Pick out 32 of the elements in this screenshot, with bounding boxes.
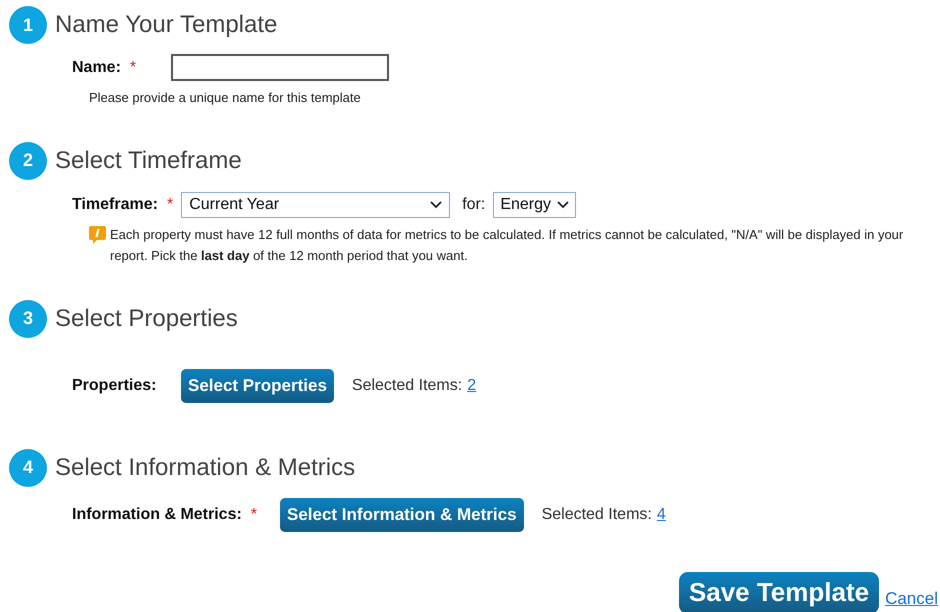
selected-count-link[interactable]: 4 bbox=[656, 502, 666, 526]
step-title: Name Your Template bbox=[55, 10, 278, 40]
chevron-down-icon bbox=[557, 200, 570, 208]
timeframe-select[interactable]: Current Year bbox=[181, 192, 450, 218]
selected-items-label: Selected Items: bbox=[352, 376, 462, 396]
step-number: 3 bbox=[9, 300, 47, 338]
step-title: Select Timeframe bbox=[55, 146, 242, 176]
step-number: 4 bbox=[9, 448, 47, 486]
step-title: Select Information & Metrics bbox=[55, 452, 356, 482]
name-input[interactable] bbox=[171, 54, 389, 81]
required-mark: * bbox=[166, 194, 174, 214]
energy-select[interactable]: Energy bbox=[493, 192, 576, 218]
hint-text: Please provide a unique name for this template bbox=[89, 89, 362, 107]
required-mark: * bbox=[130, 58, 136, 78]
cancel-link[interactable]: Cancel bbox=[885, 586, 938, 612]
step-title: Select Properties bbox=[55, 304, 238, 334]
select-button[interactable]: Select Information & Metrics bbox=[280, 498, 524, 532]
info-icon bbox=[89, 226, 106, 244]
field-label: Properties: bbox=[72, 376, 156, 396]
field-label: Name: bbox=[72, 58, 121, 78]
field-label: Information & Metrics: bbox=[72, 504, 242, 524]
step-number: 1 bbox=[9, 6, 47, 44]
save-template-button[interactable]: Save Template bbox=[678, 572, 880, 612]
timeframe-note: Each property must have 12 full months of data for metrics to be calculated. If metrics cannot be calculated, "N/A" will be displayed in your report. Pick the last day of the 12 month period that you want. bbox=[110, 226, 904, 265]
step-number: 2 bbox=[9, 142, 47, 180]
field-label: Timeframe: bbox=[72, 194, 158, 214]
required-mark: * bbox=[250, 504, 258, 524]
chevron-down-icon bbox=[430, 200, 442, 208]
selected-count-link[interactable]: 2 bbox=[467, 374, 476, 398]
selected-items-label: Selected Items: bbox=[542, 504, 652, 524]
for-label: for: bbox=[462, 194, 486, 214]
select-button[interactable]: Select Properties bbox=[181, 368, 334, 402]
